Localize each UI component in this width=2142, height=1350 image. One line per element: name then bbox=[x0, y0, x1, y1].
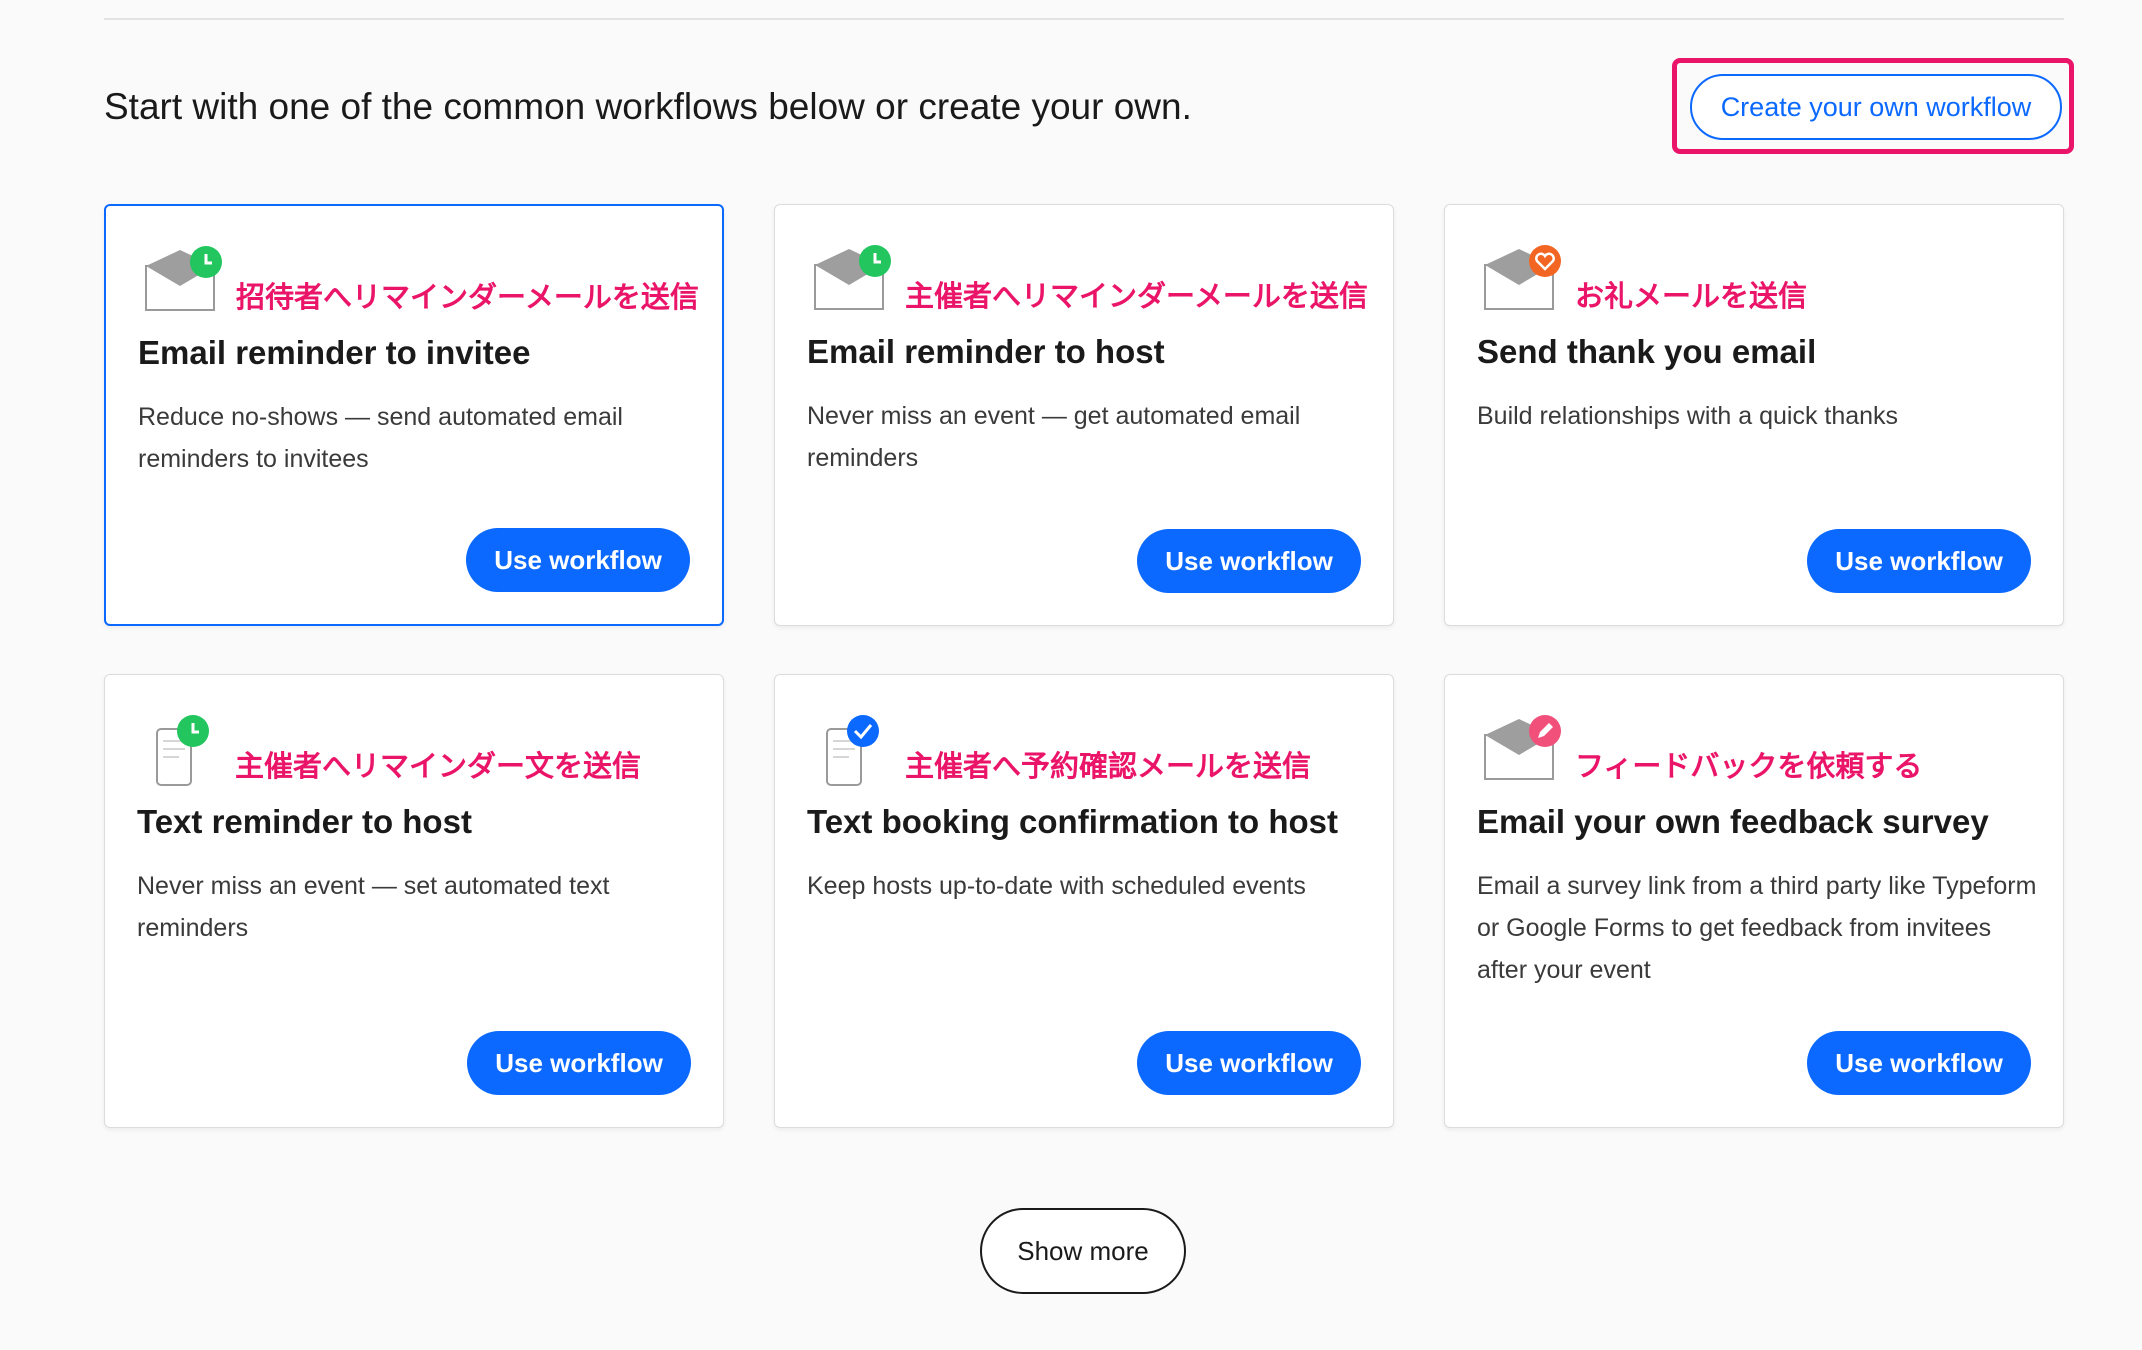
use-workflow-button[interactable]: Use workflow bbox=[1137, 1031, 1361, 1095]
annotation-label: 主催者へ予約確認メールを送信 bbox=[905, 749, 1312, 783]
envelope-heart-icon bbox=[1484, 245, 1561, 310]
workflow-card-feedback-survey[interactable]: フィードバックを依頼する Email your own feedback sur… bbox=[1444, 674, 2064, 1128]
use-workflow-button[interactable]: Use workflow bbox=[466, 528, 690, 592]
phone-clock-icon bbox=[156, 715, 209, 786]
card-title: Send thank you email bbox=[1477, 333, 1817, 370]
workflow-card-email-reminder-host[interactable]: 主催者へリマインダーメールを送信 Email reminder to host … bbox=[774, 204, 1394, 626]
card-title: Text booking confirmation to host bbox=[807, 803, 1339, 840]
annotation-label: フィードバックを依頼する bbox=[1575, 749, 1923, 783]
card-title: Text reminder to host bbox=[137, 803, 472, 840]
phone-check-icon bbox=[826, 715, 879, 786]
use-workflow-button[interactable]: Use workflow bbox=[1807, 1031, 2031, 1095]
annotation-label: 主催者へリマインダーメールを送信 bbox=[905, 279, 1368, 313]
card-title: Email your own feedback survey bbox=[1477, 803, 1989, 840]
use-workflow-button[interactable]: Use workflow bbox=[1137, 529, 1361, 593]
card-description: Never miss an event — get automated emai… bbox=[807, 402, 1301, 472]
card-description: Reduce no-shows — send automated email r… bbox=[138, 403, 623, 473]
card-title: Email reminder to invitee bbox=[138, 334, 531, 371]
show-more-button[interactable]: Show more bbox=[980, 1208, 1186, 1294]
card-description: Keep hosts up-to-date with scheduled eve… bbox=[807, 872, 1306, 900]
annotation-label: 主催者へリマインダー文を送信 bbox=[235, 749, 642, 783]
intro-text: Start with one of the common workflows b… bbox=[104, 86, 1192, 127]
card-description: Email a survey link from a third party l… bbox=[1477, 872, 2037, 984]
envelope-clock-icon bbox=[145, 246, 222, 311]
envelope-pencil-icon bbox=[1484, 715, 1561, 780]
card-description: Never miss an event — set automated text… bbox=[137, 872, 610, 942]
workflow-card-text-reminder-host[interactable]: 主催者へリマインダー文を送信 Text reminder to host Nev… bbox=[104, 674, 724, 1128]
top-divider bbox=[104, 18, 2064, 20]
card-title: Email reminder to host bbox=[807, 333, 1165, 370]
envelope-clock-icon bbox=[814, 245, 891, 310]
use-workflow-button[interactable]: Use workflow bbox=[467, 1031, 691, 1095]
create-workflow-button[interactable]: Create your own workflow bbox=[1690, 74, 2062, 140]
use-workflow-button[interactable]: Use workflow bbox=[1807, 529, 2031, 593]
annotation-label: 招待者へリマインダーメールを送信 bbox=[236, 280, 699, 314]
workflow-card-email-reminder-invitee[interactable]: 招待者へリマインダーメールを送信 Email reminder to invit… bbox=[104, 204, 724, 626]
workflow-card-thank-you-email[interactable]: お礼メールを送信 Send thank you email Build rela… bbox=[1444, 204, 2064, 626]
annotation-label: お礼メールを送信 bbox=[1575, 279, 1808, 313]
card-description: Build relationships with a quick thanks bbox=[1477, 402, 1899, 430]
workflow-card-text-booking-confirmation[interactable]: 主催者へ予約確認メールを送信 Text booking confirmation… bbox=[774, 674, 1394, 1128]
